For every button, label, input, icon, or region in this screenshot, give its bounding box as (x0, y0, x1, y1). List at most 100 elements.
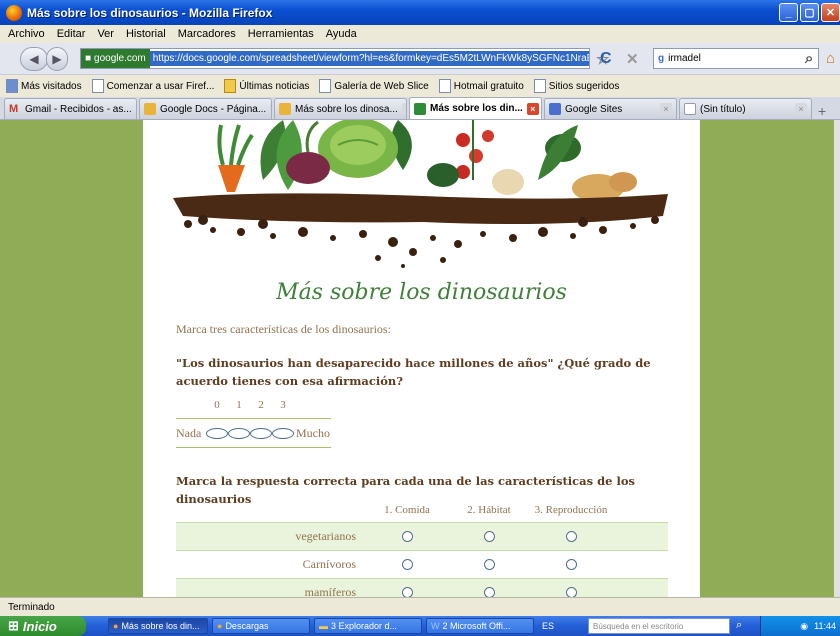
reload-icon[interactable]: C (600, 50, 612, 68)
page-icon (438, 79, 451, 93)
windows-logo-icon: ⊞ (8, 618, 19, 633)
window-title: Más sobre los dinosaurios - Mozilla Fire… (27, 5, 273, 20)
menu-archivo[interactable]: Archivo (8, 28, 45, 40)
tab-close-button[interactable]: × (135, 103, 136, 115)
maximize-button[interactable]: ▢ (800, 3, 819, 22)
scale-radio-2[interactable] (250, 427, 272, 439)
grid-radio[interactable] (565, 531, 577, 542)
bookmark-sitios[interactable]: Sitios sugeridos (533, 79, 619, 93)
firefox-icon: ● (217, 621, 223, 631)
bookmark-hotmail[interactable]: Hotmail gratuito (438, 79, 524, 93)
scale-min-label: Nada (176, 425, 202, 440)
grid-row-label: Carnívoros (302, 557, 356, 571)
grid-column-label: 2. Hábitat (467, 504, 511, 516)
close-button[interactable]: ✕ (821, 3, 840, 22)
divider (176, 447, 331, 448)
scale-label: 2 (258, 399, 264, 411)
scale-radio-1[interactable] (228, 427, 250, 439)
menu-marcadores[interactable]: Marcadores (178, 28, 236, 40)
tab-close-button[interactable]: × (401, 103, 406, 115)
site-identity-button[interactable]: ■ google.com (81, 49, 150, 68)
site-icon: ■ (85, 53, 92, 64)
folder-icon: ▬ (319, 621, 328, 631)
grid-radio[interactable] (401, 531, 413, 542)
tab-bar: M Gmail - Recibidos - as... × Google Doc… (0, 97, 840, 120)
tab-dinosaurios-form[interactable]: Más sobre los din... × (409, 97, 542, 119)
scale-numbers: 0 1 2 3 (176, 396, 331, 414)
form-title: Más sobre los dinosaurios (276, 280, 567, 305)
sites-icon (549, 103, 561, 115)
menu-bar: Archivo Editar Ver Historial Marcadores … (0, 25, 840, 43)
menu-herramientas[interactable]: Herramientas (248, 28, 314, 40)
menu-ver[interactable]: Ver (97, 28, 114, 40)
grid-row: vegetarianos (176, 522, 668, 550)
forward-button[interactable]: ▶ (46, 47, 68, 71)
search-icon[interactable]: ⌕ (805, 50, 813, 67)
tab-google-docs[interactable]: Google Docs - Página... × (139, 98, 272, 119)
bookmark-galeria[interactable]: Galería de Web Slice (319, 79, 429, 93)
tab-dinosaurios-doc[interactable]: Más sobre los dinosa... × (274, 98, 407, 119)
status-text: Terminado (8, 601, 55, 613)
network-icon[interactable]: ◉ (800, 621, 808, 632)
grid-radio[interactable] (401, 559, 413, 570)
vertical-scrollbar[interactable] (834, 120, 840, 597)
system-tray: ◉ 11:44 (760, 616, 840, 636)
scale-label: 3 (280, 399, 286, 411)
scale-radio-0[interactable] (206, 427, 228, 439)
menu-ayuda[interactable]: Ayuda (326, 28, 357, 40)
clock: 11:44 (814, 621, 836, 631)
scale-question: 0 1 2 3 Nada Mucho (176, 396, 331, 448)
url-text[interactable]: https://docs.google.com/spreadsheet/view… (149, 51, 589, 66)
search-box[interactable]: g irmadel (653, 48, 819, 69)
bookmark-icon (6, 79, 18, 93)
grid-radio[interactable] (565, 559, 577, 570)
firefox-icon (6, 4, 22, 21)
navigation-bar: ◀ ▶ ■ google.com https://docs.google.com… (0, 43, 840, 75)
new-tab-button[interactable]: + (818, 103, 826, 119)
search-icon[interactable]: ⌕ (736, 619, 742, 632)
grid-radio[interactable] (565, 587, 577, 597)
bookmark-comenzar[interactable]: Comenzar a usar Firef... (91, 79, 214, 93)
grid-row-label: vegetarianos (295, 529, 356, 543)
minimize-button[interactable]: _ (779, 3, 798, 22)
tab-gmail[interactable]: M Gmail - Recibidos - as... × (4, 98, 137, 119)
grid-radio[interactable] (483, 531, 495, 542)
page-icon (91, 79, 104, 93)
home-icon[interactable]: ⌂ (826, 50, 835, 67)
taskbar-item-office[interactable]: W 2 Microsoft Offi... (426, 618, 534, 634)
start-button[interactable]: ⊞ Inicio (0, 616, 86, 636)
tab-close-button[interactable]: × (660, 103, 672, 115)
tab-close-button[interactable]: × (270, 103, 271, 115)
scale-radio-3[interactable] (272, 427, 294, 439)
form-description: Marca tres características de los dinosa… (176, 322, 391, 336)
bookmark-mas-visitados[interactable]: Más visitados (6, 79, 82, 93)
taskbar-item-firefox[interactable]: ● Más sobre los din... (108, 618, 208, 634)
tab-close-button[interactable]: × (795, 103, 807, 115)
language-indicator[interactable]: ES (542, 621, 554, 631)
bookmarks-bar: Más visitados Comenzar a usar Firef... Ú… (0, 75, 840, 97)
question-title: "Los dinosaurios han desaparecido hace m… (176, 356, 651, 388)
grid-column-label: 3. Reproducción (534, 504, 608, 516)
tab-google-sites[interactable]: Google Sites × (544, 98, 677, 119)
back-button[interactable]: ◀ (20, 47, 48, 71)
grid-header: 1. Comida 2. Hábitat 3. Reproducción (176, 498, 668, 522)
menu-historial[interactable]: Historial (126, 28, 166, 40)
firefox-icon: ● (113, 621, 119, 631)
grid-radio[interactable] (401, 587, 413, 597)
address-bar[interactable]: ■ google.com https://docs.google.com/spr… (80, 48, 590, 69)
grid-radio[interactable] (483, 587, 495, 597)
tab-sin-titulo[interactable]: (Sin título) × (679, 98, 812, 119)
taskbar-item-explorador[interactable]: ▬ 3 Explorador d... (314, 618, 422, 634)
grid-radio[interactable] (483, 559, 495, 570)
taskbar-item-descargas[interactable]: ● Descargas (212, 618, 310, 634)
stop-icon[interactable]: ✕ (626, 50, 639, 68)
menu-editar[interactable]: Editar (57, 28, 86, 40)
bookmark-ultimas-noticias[interactable]: Últimas noticias (224, 79, 309, 93)
grid-row: Carnívoros (176, 550, 668, 578)
google-search-icon: g (658, 53, 665, 64)
search-input[interactable]: irmadel (668, 53, 701, 64)
tab-close-button[interactable]: × (526, 102, 539, 115)
desktop-search-input[interactable]: Búsqueda en el escritorio (588, 618, 730, 634)
page-icon (533, 79, 546, 93)
scale-label: 0 (214, 399, 220, 411)
